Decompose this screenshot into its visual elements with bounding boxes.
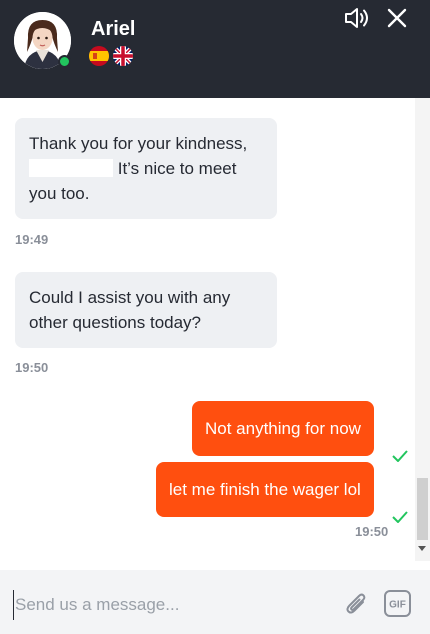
read-checkmark-icon [392, 511, 408, 523]
close-icon [387, 8, 407, 28]
read-checkmark-icon [392, 450, 408, 462]
gif-icon: GIF [384, 590, 411, 617]
scroll-down-arrow-icon[interactable] [418, 546, 426, 551]
language-flags [89, 46, 133, 66]
redacted-name [29, 159, 113, 177]
user-message: let me finish the wager lol [156, 462, 374, 517]
agent-message: Thank you for your kindness, It’s nice t… [15, 118, 277, 219]
speaker-icon [345, 8, 368, 28]
message-line: Thank you for your kindness, [29, 134, 248, 153]
message-scrollbar[interactable] [415, 98, 430, 561]
agent-message: Could I assist you with any other questi… [15, 272, 277, 348]
paperclip-icon [346, 593, 366, 614]
user-message: Not anything for now [192, 401, 374, 456]
message-composer: GIF [0, 570, 430, 634]
message-list[interactable]: Thank you for your kindness, It’s nice t… [0, 98, 415, 561]
message-timestamp: 19:50 [15, 360, 49, 375]
message-input[interactable] [13, 590, 313, 620]
gif-button[interactable]: GIF [384, 590, 411, 617]
uk-flag-icon [113, 46, 133, 66]
scrollbar-thumb[interactable] [417, 478, 428, 540]
message-line: other questions today? [29, 313, 202, 332]
online-status-dot [58, 55, 71, 68]
message-line: Could I assist you with any [29, 288, 231, 307]
agent-name: Ariel [91, 18, 136, 40]
sound-toggle-button[interactable] [344, 6, 374, 30]
attach-file-button[interactable] [344, 590, 370, 618]
message-timestamp: 19:50 [355, 524, 389, 539]
close-chat-button[interactable] [386, 7, 408, 29]
message-timestamp: 19:49 [15, 232, 49, 247]
message-line: you too. [29, 184, 90, 203]
chat-header: Ariel [0, 0, 430, 98]
message-text: It’s nice to meet [113, 159, 237, 178]
spain-flag-icon [89, 46, 109, 66]
message-line: It’s nice to meet [29, 156, 263, 181]
svg-text:GIF: GIF [389, 600, 406, 611]
